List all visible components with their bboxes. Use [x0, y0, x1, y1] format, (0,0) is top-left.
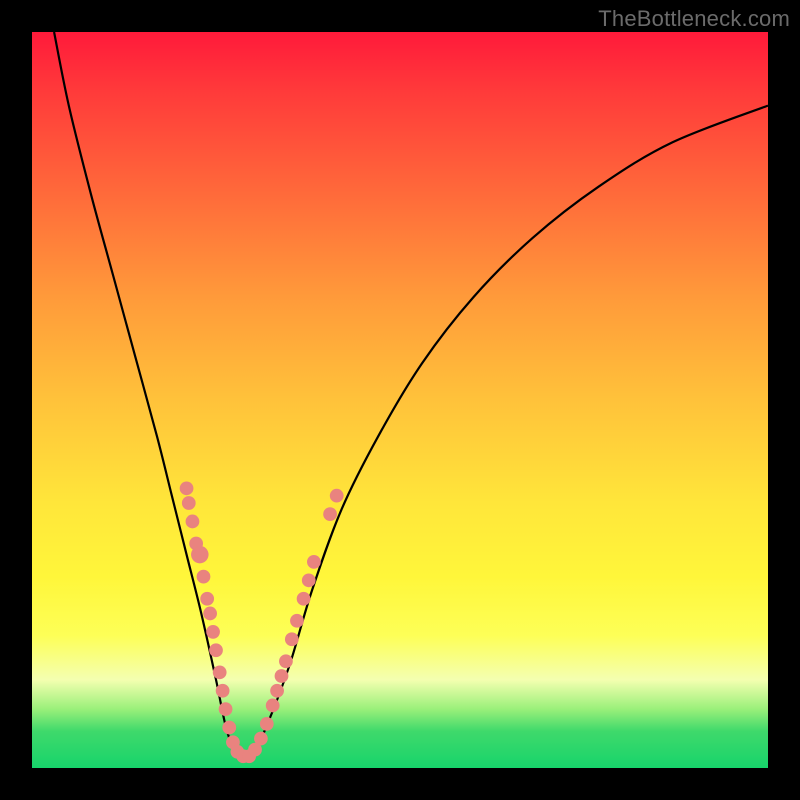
- curve-marker: [186, 515, 200, 529]
- curve-marker: [290, 614, 304, 628]
- curve-svg: [32, 32, 768, 768]
- curve-marker: [200, 592, 214, 606]
- curve-marker: [182, 496, 196, 510]
- curve-marker: [302, 573, 316, 587]
- bottleneck-curve: [54, 32, 768, 757]
- curve-marker: [219, 702, 233, 716]
- curve-marker: [203, 607, 217, 621]
- curve-marker: [206, 625, 220, 639]
- curve-marker: [330, 489, 344, 503]
- curve-marker: [216, 684, 230, 698]
- curve-marker: [260, 717, 274, 731]
- chart-frame: TheBottleneck.com: [0, 0, 800, 800]
- curve-marker: [254, 732, 268, 746]
- curve-marker: [279, 654, 293, 668]
- watermark-text: TheBottleneck.com: [598, 6, 790, 32]
- curve-marker: [307, 555, 321, 569]
- curve-marker: [270, 684, 284, 698]
- plot-area: [32, 32, 768, 768]
- curve-marker: [222, 721, 236, 735]
- curve-marker: [275, 669, 289, 683]
- curve-marker: [191, 546, 209, 564]
- curve-marker: [180, 481, 194, 495]
- curve-marker: [209, 643, 223, 657]
- curve-marker: [197, 570, 211, 584]
- curve-marker: [266, 699, 280, 713]
- curve-marker: [285, 632, 299, 646]
- curve-marker: [323, 507, 337, 521]
- curve-marker: [297, 592, 311, 606]
- curve-marker: [213, 665, 227, 679]
